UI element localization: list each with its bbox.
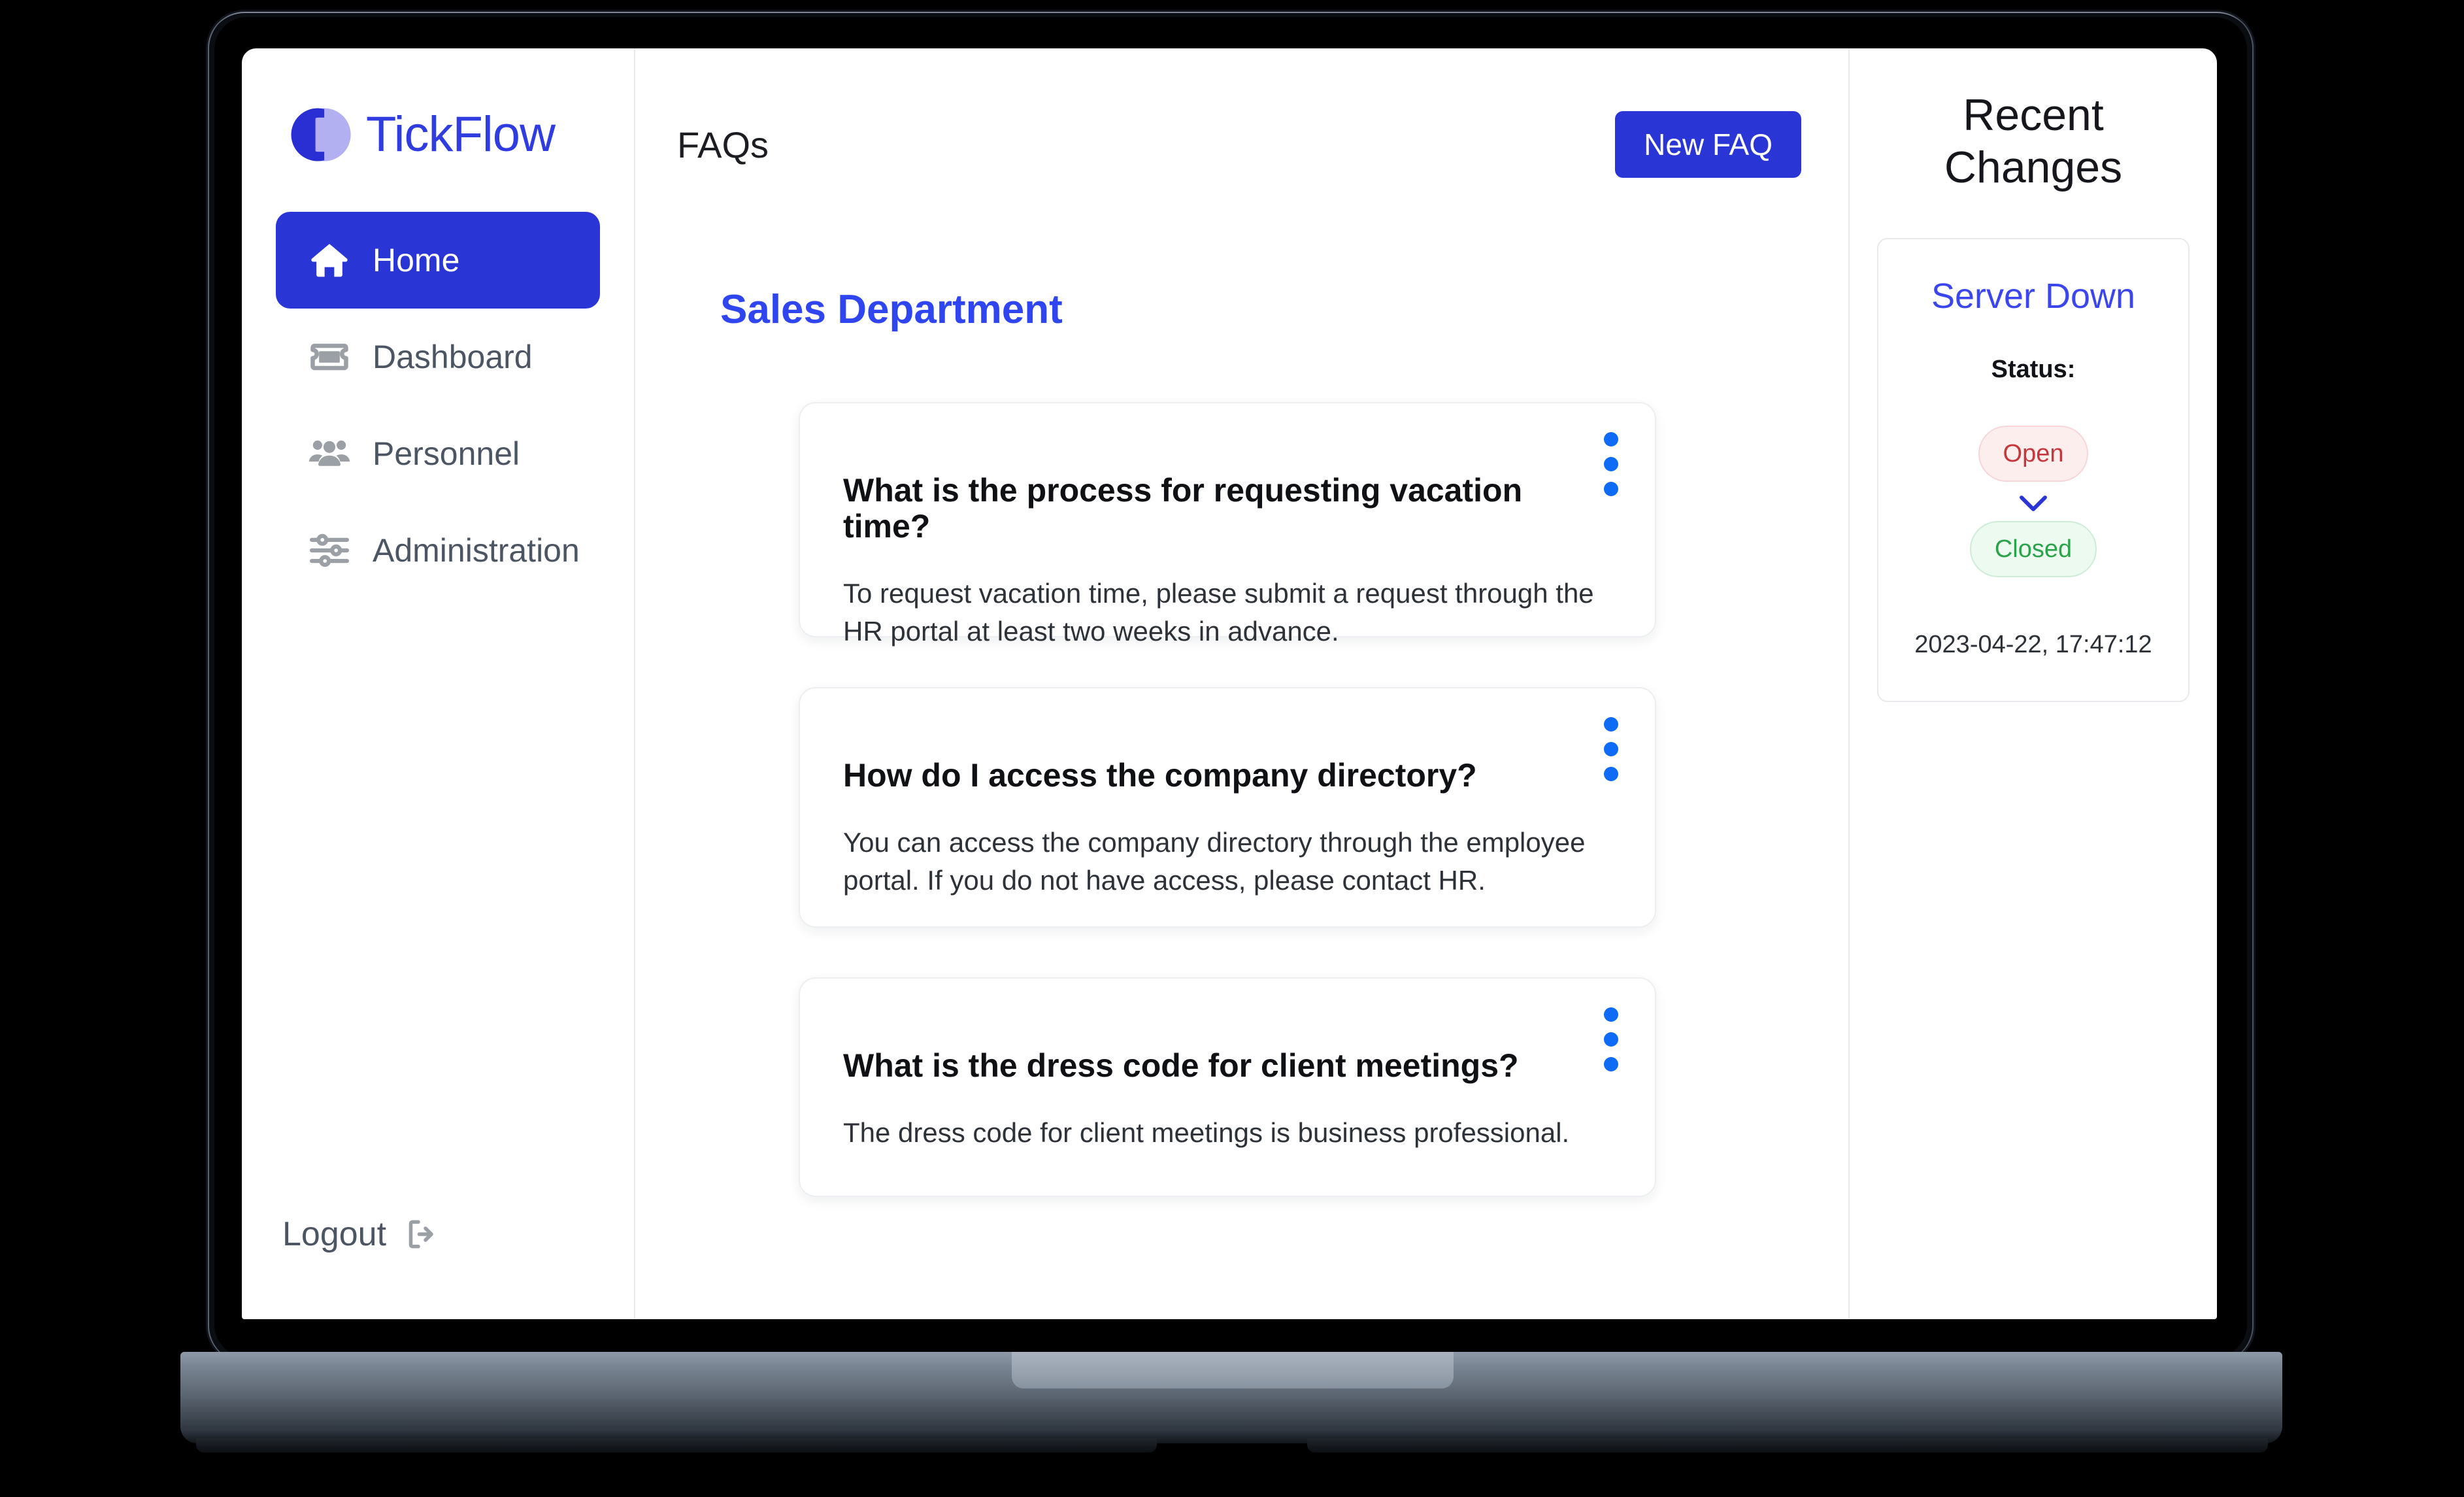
status-transition: Open Closed bbox=[1894, 426, 2173, 578]
faq-card[interactable]: How do I access the company directory? Y… bbox=[799, 687, 1656, 928]
screenshot-stage: TickFlow Home Dashboard Personnel Admini… bbox=[0, 0, 2464, 1497]
chevron-down-icon bbox=[1894, 492, 2173, 514]
faq-question: What is the dress code for client meetin… bbox=[843, 1047, 1519, 1084]
sliders-icon bbox=[306, 527, 353, 574]
sidebar-item-label: Personnel bbox=[373, 435, 520, 472]
laptop-foot-right bbox=[1307, 1438, 2268, 1453]
laptop-screen: TickFlow Home Dashboard Personnel Admini… bbox=[242, 48, 2217, 1319]
recent-changes-panel: Recent Changes Server Down Status: Open … bbox=[1850, 48, 2217, 1319]
tickflow-logo-icon bbox=[282, 99, 353, 170]
faq-list: What is the process for requesting vacat… bbox=[799, 402, 1848, 1197]
sidebar-item-label: Home bbox=[373, 242, 460, 278]
kebab-menu-icon[interactable] bbox=[1604, 717, 1618, 781]
status-badge-open: Open bbox=[1978, 426, 2089, 482]
page-title: FAQs bbox=[677, 124, 769, 165]
people-group-icon bbox=[306, 430, 353, 477]
ticket-icon bbox=[306, 333, 353, 380]
sidebar-item-dashboard[interactable]: Dashboard bbox=[276, 309, 600, 405]
laptop-foot-left bbox=[196, 1438, 1157, 1453]
faq-card[interactable]: What is the dress code for client meetin… bbox=[799, 977, 1656, 1197]
sidebar-item-home[interactable]: Home bbox=[276, 212, 600, 309]
kebab-menu-icon[interactable] bbox=[1604, 432, 1618, 496]
change-timestamp: 2023-04-22, 17:47:12 bbox=[1914, 631, 2152, 659]
home-icon bbox=[306, 237, 353, 284]
kebab-menu-icon[interactable] bbox=[1604, 1007, 1618, 1071]
logout-label: Logout bbox=[282, 1215, 387, 1253]
brand-name: TickFlow bbox=[366, 107, 556, 162]
recent-changes-title: Recent Changes bbox=[1944, 90, 2123, 193]
brand[interactable]: TickFlow bbox=[242, 48, 634, 170]
faq-question: What is the process for requesting vacat… bbox=[843, 472, 1523, 545]
logout-arrow-icon bbox=[403, 1215, 442, 1254]
department-title: Sales Department bbox=[720, 287, 1063, 332]
status-badge-closed: Closed bbox=[1969, 521, 2097, 578]
sidebar-item-label: Administration bbox=[373, 532, 580, 569]
sidebar-item-administration[interactable]: Administration bbox=[276, 502, 600, 599]
recent-change-title: Server Down bbox=[1931, 277, 2136, 316]
sidebar: TickFlow Home Dashboard Personnel Admini… bbox=[242, 48, 635, 1319]
faq-answer: The dress code for client meetings is bu… bbox=[843, 1117, 1570, 1148]
main-content: FAQs New FAQ Sales Department What is th… bbox=[635, 48, 1850, 1319]
faq-answer: You can access the company directory thr… bbox=[843, 827, 1586, 896]
status-label: Status: bbox=[1991, 356, 2076, 384]
recent-change-card[interactable]: Server Down Status: Open Closed 2023-04-… bbox=[1877, 238, 2189, 703]
faq-answer: To request vacation time, please submit … bbox=[843, 578, 1594, 647]
topbar: FAQs New FAQ bbox=[635, 48, 1848, 178]
laptop-base-notch bbox=[1012, 1352, 1454, 1388]
logout-button[interactable]: Logout bbox=[242, 1215, 634, 1319]
sidebar-nav: Home Dashboard Personnel Administration bbox=[242, 212, 634, 599]
new-faq-button[interactable]: New FAQ bbox=[1615, 111, 1801, 178]
faq-card[interactable]: What is the process for requesting vacat… bbox=[799, 402, 1656, 647]
app-root: TickFlow Home Dashboard Personnel Admini… bbox=[242, 48, 2217, 1319]
sidebar-item-label: Dashboard bbox=[373, 339, 533, 375]
faq-question: How do I access the company directory? bbox=[843, 757, 1477, 794]
sidebar-item-personnel[interactable]: Personnel bbox=[276, 405, 600, 502]
